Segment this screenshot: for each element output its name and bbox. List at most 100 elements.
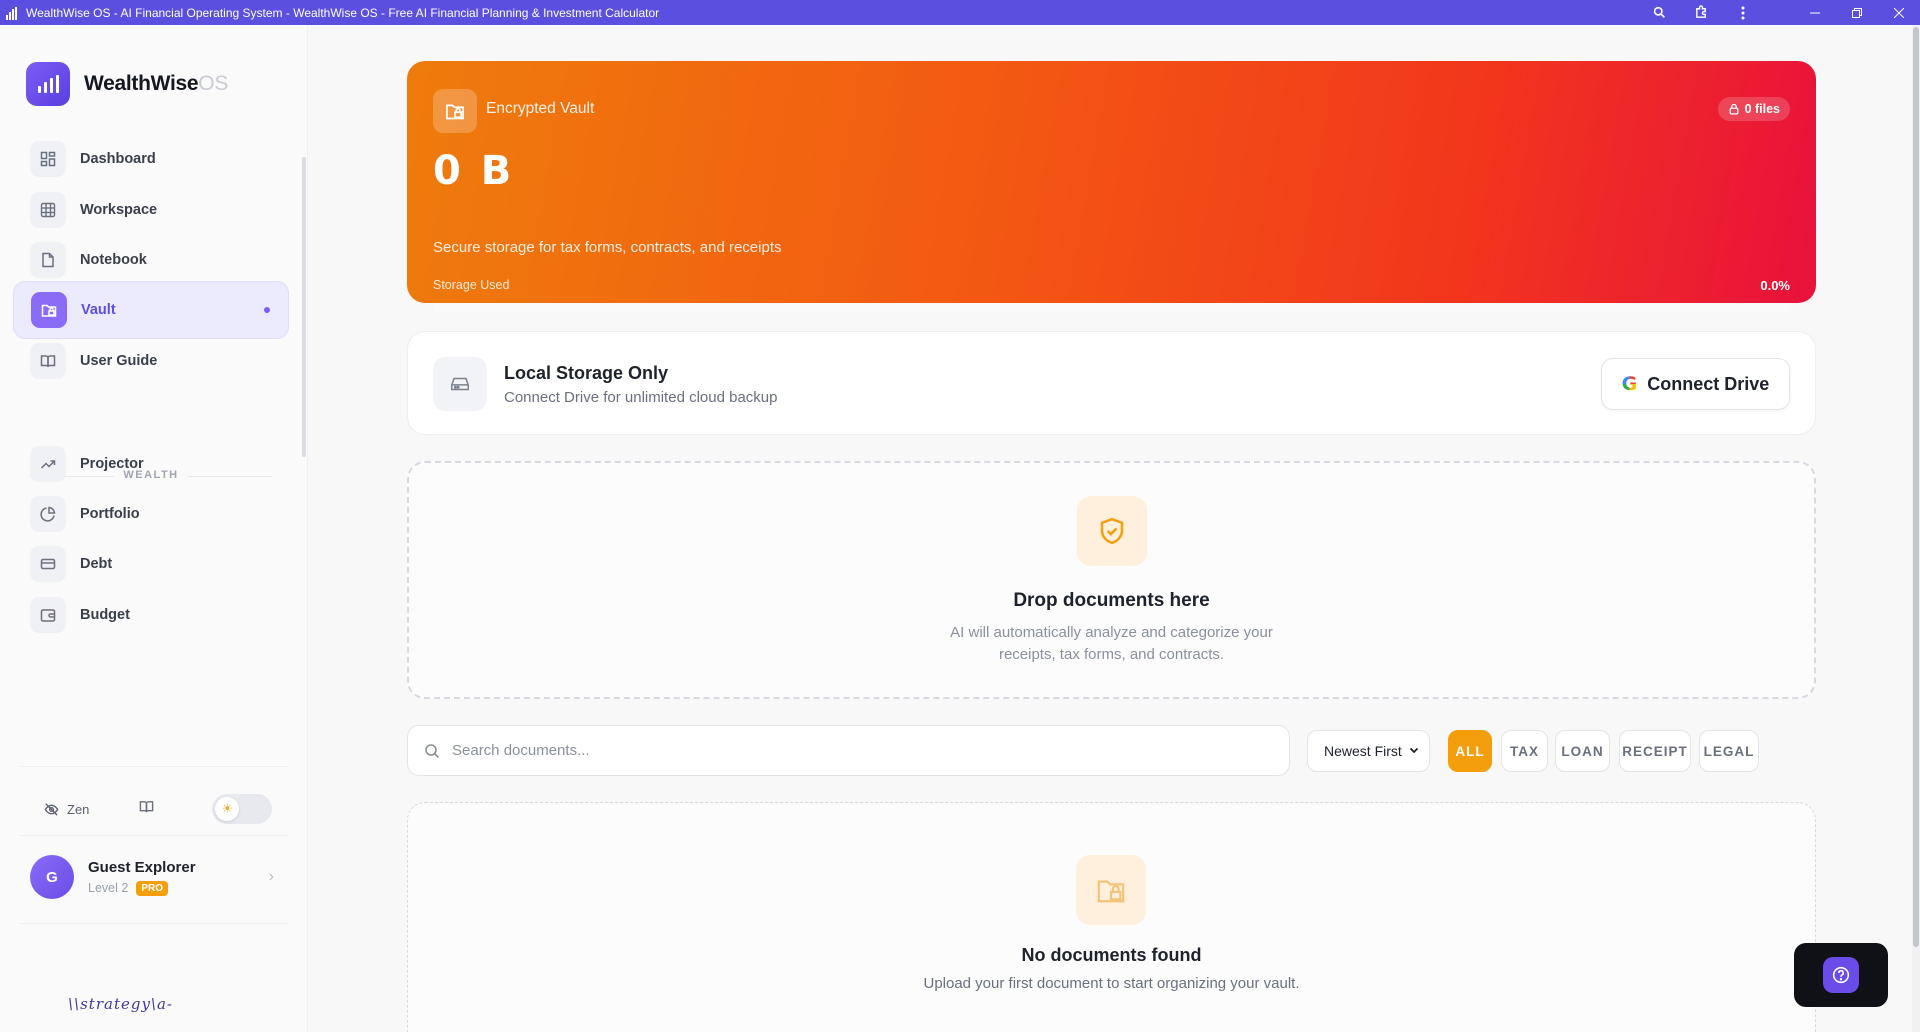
sidebar-scrollbar[interactable]: [302, 157, 306, 457]
signature-logo: \\strategy\a-: [68, 995, 173, 1013]
lock-icon: [1729, 103, 1738, 115]
document-toolbar: Newest First ALL TAX LOAN RECEIPT LEGAL: [407, 725, 1816, 776]
sidebar-item-label: Dashboard: [80, 151, 156, 167]
filter-receipt[interactable]: RECEIPT: [1619, 730, 1691, 772]
sidebar-item-label: Debt: [80, 556, 113, 572]
active-indicator: [264, 307, 270, 313]
vault-label: Encrypted Vault: [486, 100, 595, 117]
vault-description: Secure storage for tax forms, contracts,…: [433, 239, 782, 256]
credit-card-icon: [30, 546, 66, 582]
dropzone-title: Drop documents here: [1013, 590, 1210, 611]
sidebar-item-debt[interactable]: Debt: [13, 535, 289, 593]
sidebar-divider: [20, 835, 288, 836]
sidebar-item-label: Budget: [80, 607, 130, 623]
user-level-text: Level 2: [88, 881, 129, 895]
search-box: [407, 725, 1290, 776]
sidebar-divider: [20, 766, 288, 767]
brand-name: WealthWiseOS: [84, 72, 229, 95]
dropzone-subtitle: AI will automatically analyze and catego…: [950, 624, 1273, 663]
file-count-badge: 0 files: [1717, 97, 1790, 121]
sidebar-item-label: Projector: [80, 456, 144, 472]
chevron-right-icon: ›: [268, 868, 274, 885]
chevron-down-icon: [1409, 745, 1419, 758]
documents-panel: No documents found Upload your first doc…: [407, 802, 1816, 1032]
sort-select[interactable]: Newest First: [1307, 730, 1430, 772]
window-titlebar: WealthWise OS - AI Financial Operating S…: [0, 0, 1920, 25]
sidebar: WealthWiseOS Dashboard Workspace Noteboo…: [0, 25, 308, 1032]
main-content: Encrypted Vault 0 files 0 B Secure stora…: [308, 25, 1912, 1032]
filter-legal[interactable]: LEGAL: [1699, 730, 1759, 772]
vault-size: 0 B: [433, 148, 515, 194]
search-input[interactable]: [452, 742, 1252, 759]
storage-subtitle: Connect Drive for unlimited cloud backup: [504, 389, 778, 406]
sidebar-item-user-guide[interactable]: User Guide: [13, 332, 289, 390]
filter-all[interactable]: ALL: [1448, 730, 1492, 772]
avatar: G: [30, 855, 74, 899]
pie-chart-icon: [30, 496, 66, 532]
empty-state-subtitle: Upload your first document to start orga…: [923, 975, 1300, 992]
file-count-text: 0 files: [1744, 102, 1780, 116]
pro-badge: PRO: [136, 880, 168, 896]
storage-progress-bar: [433, 304, 1790, 313]
user-name: Guest Explorer: [88, 858, 196, 876]
hard-drive-icon: [433, 357, 487, 411]
filter-tax[interactable]: TAX: [1501, 730, 1548, 772]
page-scrollbar-thumb[interactable]: [1913, 27, 1919, 947]
document-dropzone[interactable]: Drop documents here AI will automaticall…: [407, 461, 1816, 699]
storage-status-card: Local Storage Only Connect Drive for unl…: [407, 331, 1816, 435]
sidebar-item-budget[interactable]: Budget: [13, 586, 289, 644]
zoom-icon[interactable]: [1638, 0, 1680, 25]
vault-hero-card: Encrypted Vault 0 files 0 B Secure stora…: [407, 61, 1816, 313]
zen-mode-button[interactable]: Zen: [44, 802, 89, 817]
book-icon: [30, 343, 66, 379]
folder-lock-icon: [433, 89, 477, 133]
sidebar-item-label: Notebook: [80, 252, 147, 268]
sidebar-item-label: Vault: [81, 302, 116, 318]
filter-loan[interactable]: LOAN: [1555, 730, 1610, 772]
restore-icon[interactable]: [1836, 0, 1878, 25]
sidebar-item-vault[interactable]: Vault: [13, 281, 289, 339]
connect-drive-button[interactable]: G Connect Drive: [1601, 358, 1790, 410]
sidebar-tools: Zen ☀: [30, 789, 280, 829]
minimize-icon[interactable]: [1794, 0, 1836, 25]
zen-label: Zen: [67, 801, 90, 817]
sidebar-item-label: Portfolio: [80, 506, 140, 522]
more-options-icon[interactable]: [1722, 0, 1764, 25]
theme-toggle[interactable]: ☀: [212, 794, 273, 824]
sidebar-item-label: User Guide: [80, 353, 158, 369]
extensions-icon[interactable]: [1680, 0, 1722, 25]
sidebar-divider: [20, 923, 288, 924]
brand-logo-icon: [26, 62, 70, 106]
user-info: Guest Explorer Level 2 PRO: [88, 859, 196, 896]
sort-select-value: Newest First: [1324, 743, 1402, 759]
folder-lock-icon: [31, 292, 67, 328]
help-circle-icon: [1823, 957, 1859, 993]
user-profile[interactable]: G Guest Explorer Level 2 PRO ›: [30, 847, 280, 907]
trending-up-icon: [30, 446, 66, 482]
guide-book-icon[interactable]: [139, 799, 154, 819]
storage-used-label: Storage Used: [433, 278, 510, 292]
help-button[interactable]: [1794, 943, 1888, 1007]
wallet-icon: [30, 597, 66, 633]
empty-state-title: No documents found: [1021, 945, 1202, 965]
brand[interactable]: WealthWiseOS: [26, 62, 228, 106]
grid-icon: [30, 192, 66, 228]
sidebar-item-label: Workspace: [80, 202, 158, 218]
close-icon[interactable]: [1878, 0, 1920, 25]
search-icon: [424, 743, 440, 759]
sun-icon: ☀: [215, 797, 240, 821]
connect-drive-label: Connect Drive: [1647, 373, 1770, 394]
app-bars-icon: [6, 6, 20, 20]
eye-off-icon: [44, 802, 59, 816]
google-icon: G: [1621, 373, 1638, 395]
sidebar-item-dashboard[interactable]: Dashboard: [13, 130, 289, 188]
storage-title: Local Storage Only: [504, 363, 669, 383]
folder-lock-icon: [1076, 855, 1146, 925]
file-icon: [30, 242, 66, 278]
window-title: WealthWise OS - AI Financial Operating S…: [26, 5, 660, 20]
dashboard-icon: [30, 141, 66, 177]
shield-check-icon: [1077, 496, 1147, 566]
user-level: Level 2 PRO: [88, 880, 196, 896]
storage-used-percent: 0.0%: [1760, 278, 1790, 293]
page-scrollbar[interactable]: [1912, 25, 1920, 1032]
